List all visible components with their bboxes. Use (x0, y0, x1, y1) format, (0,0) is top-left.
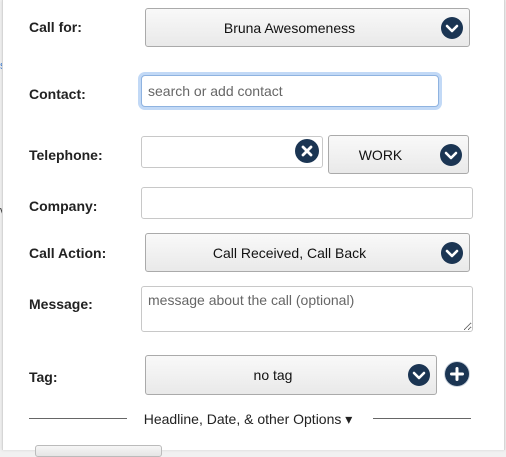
chevron-down-icon (441, 241, 463, 264)
contact-search-input[interactable] (141, 75, 439, 107)
call-action-select[interactable]: Call Received, Call Back (145, 233, 470, 272)
message-textarea[interactable] (141, 286, 473, 332)
chevron-down-icon (408, 364, 430, 386)
tag-value: no tag (253, 367, 293, 383)
options-toggle-label: Headline, Date, & other Options (143, 411, 342, 427)
company-label: Company: (29, 198, 98, 214)
options-toggle[interactable]: Headline, Date, & other Options ▾ (129, 411, 367, 428)
call-for-value: Bruna Awesomeness (223, 19, 356, 36)
call-action-value: Call Received, Call Back (212, 244, 367, 261)
call-action-label: Call Action: (29, 245, 107, 261)
phone-type-select[interactable]: WORK (328, 135, 469, 174)
chevron-down-icon (441, 16, 463, 39)
phone-type-value: WORK (358, 146, 403, 163)
tag-label: Tag: (29, 369, 58, 385)
partial-button[interactable] (35, 445, 162, 457)
tag-select[interactable]: no tag (145, 355, 437, 395)
call-message-dialog: Call for: Bruna Awesomeness Contact: Tel… (2, 0, 505, 457)
telephone-label: Telephone: (29, 147, 103, 163)
close-icon[interactable] (295, 139, 319, 163)
call-for-select[interactable]: Bruna Awesomeness (145, 8, 470, 47)
plus-icon[interactable] (445, 362, 469, 386)
divider-left (29, 418, 127, 419)
divider-right (373, 418, 471, 419)
message-label: Message: (29, 296, 93, 312)
contact-label: Contact: (29, 86, 86, 102)
chevron-down-icon (440, 143, 462, 166)
company-input[interactable] (141, 187, 473, 219)
caret-down-icon: ▾ (345, 411, 353, 427)
call-for-label: Call for: (29, 19, 82, 35)
